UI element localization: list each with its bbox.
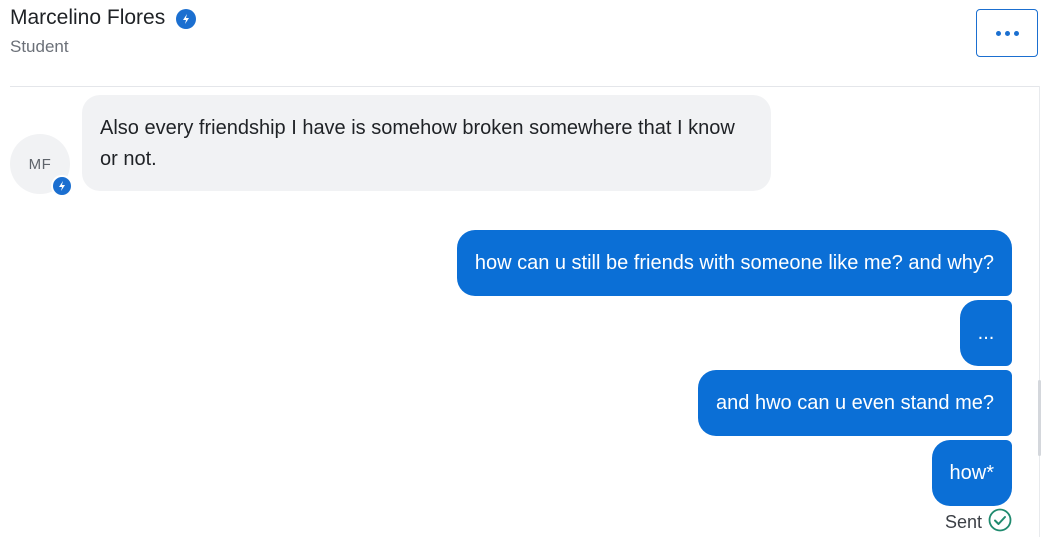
message-text: ... xyxy=(977,321,995,344)
message-text: how can u still be friends with someone … xyxy=(474,251,994,274)
chat-header: Marcelino Flores Student xyxy=(0,0,1042,86)
header-divider xyxy=(10,86,1040,87)
message-text: and hwo can u even stand me? xyxy=(716,391,994,414)
check-circle-icon xyxy=(988,508,1012,537)
message-text: how* xyxy=(949,461,994,484)
sent-message: how can u still be friends with someone … xyxy=(456,230,1012,296)
message-text: Also every friendship I have is somehow … xyxy=(100,117,735,170)
more-options-button[interactable] xyxy=(976,9,1038,57)
scrollbar-thumb[interactable] xyxy=(1038,380,1041,456)
lightning-badge-icon xyxy=(176,9,197,29)
contact-name[interactable]: Marcelino Flores xyxy=(10,5,165,31)
lightning-badge-icon xyxy=(51,175,73,197)
sent-message: and hwo can u even stand me? xyxy=(698,370,1012,436)
contact-name-row: Marcelino Flores xyxy=(10,5,197,31)
status-label: Sent xyxy=(944,512,982,532)
chat-page: Marcelino Flores Student MF Also every f… xyxy=(0,0,1042,537)
contact-role: Student xyxy=(10,37,69,56)
more-options-icon xyxy=(995,30,1019,36)
sent-message: ... xyxy=(960,300,1012,366)
avatar-initials: MF xyxy=(28,155,52,173)
message-status: Sent xyxy=(945,508,1012,537)
sent-message: how* xyxy=(931,440,1012,506)
panel-border xyxy=(1039,86,1040,537)
received-message: Also every friendship I have is somehow … xyxy=(82,95,771,191)
